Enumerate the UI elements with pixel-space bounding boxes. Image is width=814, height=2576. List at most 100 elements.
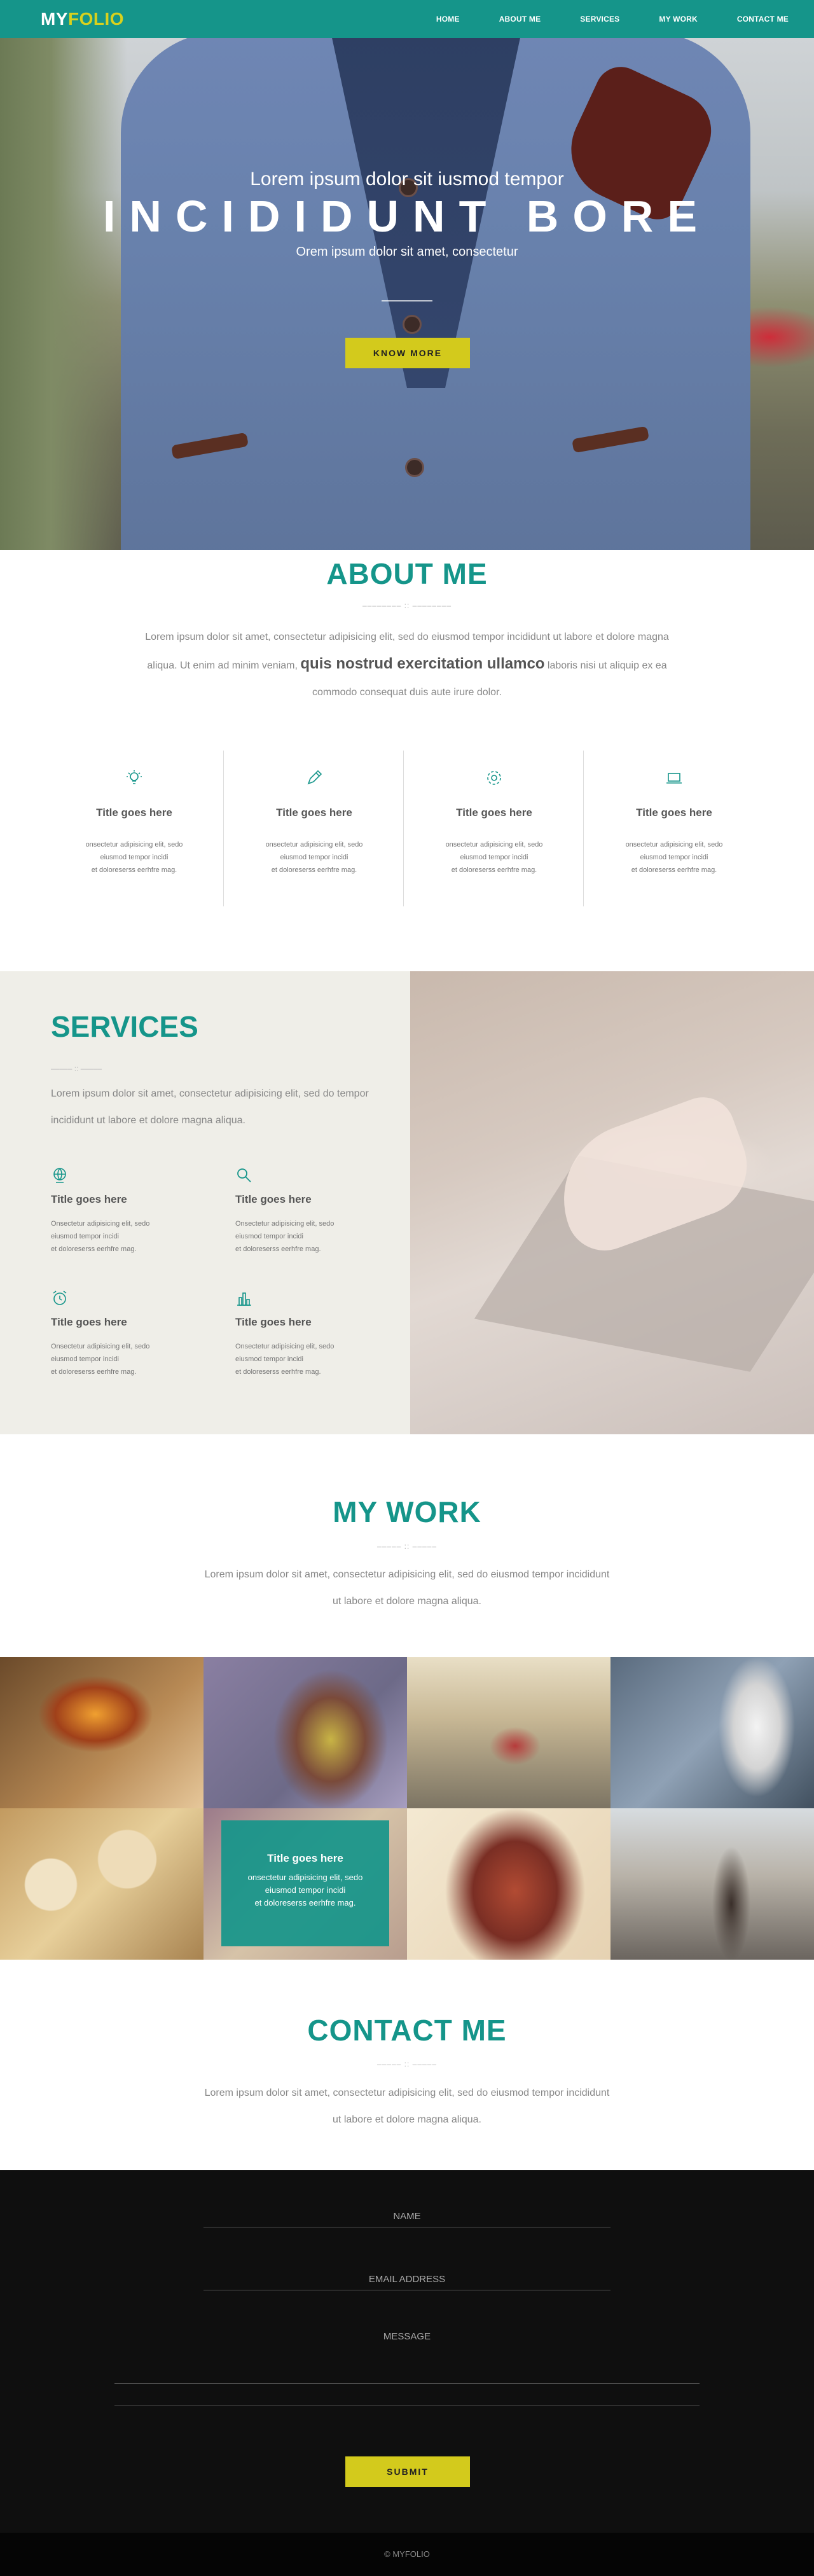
service-desc: Onsectetur adipisicing elit, sedo eiusmod… bbox=[51, 1340, 204, 1378]
service-title: Title goes here bbox=[51, 1316, 127, 1328]
feature-desc-line: et doloreserss eerhfre mag. bbox=[451, 866, 537, 874]
service-item: Title goes here Onsectetur adipisicing e… bbox=[235, 1289, 401, 1376]
overlay-desc: onsectetur adipisicing elit, sedo eiusmod… bbox=[221, 1871, 389, 1909]
nav-about[interactable]: ABOUT ME bbox=[499, 15, 541, 24]
service-item: Title goes here Onsectetur adipisicing e… bbox=[51, 1167, 216, 1253]
name-field[interactable]: NAME bbox=[204, 2206, 610, 2227]
feature-desc-line: et doloreserss eerhfre mag. bbox=[271, 866, 357, 874]
portfolio-tile-food[interactable] bbox=[0, 1808, 204, 1960]
portfolio-tile-leaf[interactable] bbox=[204, 1657, 407, 1808]
feature-card: Title goes here onsectetur adipisicing e… bbox=[404, 751, 584, 906]
contact-deco: ––––– :: ––––– bbox=[376, 2060, 438, 2068]
nav-work[interactable]: MY WORK bbox=[659, 15, 698, 24]
service-desc-line: Onsectetur adipisicing elit, sedo bbox=[235, 1343, 335, 1350]
portfolio-tile-sunglasses[interactable] bbox=[0, 1657, 204, 1808]
nav-menu: HOME ABOUT ME SERVICES MY WORK CONTACT M… bbox=[397, 0, 789, 38]
work-line-2: ut labore et dolore magna aliqua. bbox=[333, 1596, 481, 1607]
contact-text: Lorem ipsum dolor sit amet, consectetur … bbox=[153, 2080, 661, 2133]
logo-my: MY bbox=[41, 9, 68, 29]
about-line-1: Lorem ipsum dolor sit amet, consectetur … bbox=[145, 632, 669, 642]
service-title: Title goes here bbox=[235, 1316, 312, 1328]
work-deco: ––––– :: ––––– bbox=[376, 1542, 438, 1551]
portfolio-hover-overlay[interactable]: Title goes here onsectetur adipisicing e… bbox=[221, 1820, 389, 1946]
jacket-button bbox=[403, 315, 422, 334]
portfolio-tile-road[interactable] bbox=[407, 1657, 610, 1808]
service-desc: Onsectetur adipisicing elit, sedo eiusmod… bbox=[51, 1217, 204, 1256]
footer: © MYFOLIO bbox=[0, 2533, 814, 2576]
bar-chart-icon bbox=[235, 1289, 401, 1312]
jacket-pocket-left bbox=[171, 432, 249, 460]
footer-copyright: © MYFOLIO bbox=[384, 2549, 430, 2559]
work-text: Lorem ipsum dolor sit amet, consectetur … bbox=[153, 1562, 661, 1615]
service-desc-line: eiusmod tempor incidi bbox=[235, 1355, 303, 1363]
overlay-desc-line: eiusmod tempor incidi bbox=[265, 1885, 346, 1895]
feature-desc-line: onsectetur adipisicing elit, sedo bbox=[625, 841, 723, 848]
hero-subtitle: Lorem ipsum dolor sit iusmod tempor bbox=[250, 169, 564, 190]
hero-divider bbox=[382, 300, 432, 301]
contact-title: CONTACT ME bbox=[307, 2014, 507, 2047]
service-desc: Onsectetur adipisicing elit, sedo eiusmod… bbox=[235, 1340, 388, 1378]
portfolio-tile-featured[interactable]: Title goes here onsectetur adipisicing e… bbox=[204, 1808, 407, 1960]
about-line-2a: aliqua. Ut enim ad minim veniam, bbox=[147, 660, 298, 671]
service-desc-line: eiusmod tempor incidi bbox=[51, 1355, 119, 1363]
nav-services[interactable]: SERVICES bbox=[580, 15, 619, 24]
gear-icon bbox=[404, 768, 584, 793]
feature-desc: onsectetur adipisicing elit, sedo eiusmod… bbox=[584, 838, 764, 876]
about-deco: –––––––– :: –––––––– bbox=[362, 601, 452, 610]
portfolio-tile-street[interactable] bbox=[610, 1808, 814, 1960]
feature-desc-line: onsectetur adipisicing elit, sedo bbox=[85, 841, 183, 848]
services-text: Lorem ipsum dolor sit amet, consectetur … bbox=[51, 1088, 369, 1126]
contact-line-2: ut labore et dolore magna aliqua. bbox=[333, 2114, 481, 2125]
service-desc-line: Onsectetur adipisicing elit, sedo bbox=[235, 1220, 335, 1228]
hero-banner: Lorem ipsum dolor sit iusmod tempor INCI… bbox=[0, 38, 814, 550]
feature-desc-line: eiusmod tempor incidi bbox=[640, 854, 708, 861]
feature-desc: onsectetur adipisicing elit, sedo eiusmod… bbox=[404, 838, 584, 876]
service-desc-line: eiusmod tempor incidi bbox=[51, 1233, 119, 1240]
feature-desc-line: eiusmod tempor incidi bbox=[280, 854, 348, 861]
pencil-icon bbox=[224, 768, 404, 793]
lightbulb-icon bbox=[45, 768, 224, 793]
laptop-icon bbox=[584, 768, 764, 793]
feature-title: Title goes here bbox=[636, 807, 712, 819]
jacket-button bbox=[405, 458, 424, 477]
work-title: MY WORK bbox=[333, 1495, 481, 1528]
hero-title: INCIDIDUNT BORE bbox=[102, 191, 712, 241]
message-field[interactable]: MESSAGE bbox=[114, 2326, 700, 2406]
portfolio-tile-swan[interactable] bbox=[610, 1657, 814, 1808]
feature-desc: onsectetur adipisicing elit, sedo eiusmod… bbox=[45, 838, 224, 876]
know-more-button[interactable]: KNOW MORE bbox=[345, 338, 470, 368]
about-line-3: commodo consequat duis aute irure dolor. bbox=[312, 687, 502, 698]
globe-icon bbox=[51, 1167, 216, 1189]
submit-button[interactable]: SUBMIT bbox=[345, 2456, 470, 2487]
feature-desc: onsectetur adipisicing elit, sedo eiusmod… bbox=[224, 838, 404, 876]
feature-card: Title goes here onsectetur adipisicing e… bbox=[45, 751, 224, 906]
nav-contact[interactable]: CONTACT ME bbox=[737, 15, 789, 24]
hero-tagline: Orem ipsum dolor sit amet, consectetur bbox=[296, 245, 518, 259]
service-desc-line: et doloreserss eerhfre mag. bbox=[51, 1245, 137, 1253]
service-title: Title goes here bbox=[51, 1193, 127, 1205]
services-title: SERVICES bbox=[51, 1010, 198, 1043]
feature-desc-line: onsectetur adipisicing elit, sedo bbox=[265, 841, 363, 848]
logo-folio: FOLIO bbox=[68, 9, 125, 29]
service-desc-line: Onsectetur adipisicing elit, sedo bbox=[51, 1343, 150, 1350]
overlay-desc-line: et doloreserss eerhfre mag. bbox=[254, 1898, 356, 1908]
work-line-1: Lorem ipsum dolor sit amet, consectetur … bbox=[204, 1569, 610, 1580]
service-desc-line: et doloreserss eerhfre mag. bbox=[51, 1368, 137, 1376]
logo[interactable]: MYFOLIO bbox=[41, 9, 124, 29]
laptop-typing-image bbox=[410, 971, 814, 1434]
contact-line-1: Lorem ipsum dolor sit amet, consectetur … bbox=[204, 2088, 610, 2098]
service-item: Title goes here Onsectetur adipisicing e… bbox=[235, 1167, 401, 1253]
feature-card: Title goes here onsectetur adipisicing e… bbox=[224, 751, 404, 906]
services-deco: ––––– :: ––––– bbox=[51, 1064, 102, 1073]
nav-home[interactable]: HOME bbox=[436, 15, 460, 24]
service-desc: Onsectetur adipisicing elit, sedo eiusmod… bbox=[235, 1217, 388, 1256]
jacket-pocket-right bbox=[572, 426, 649, 454]
email-field[interactable]: EMAIL ADDRESS bbox=[204, 2269, 610, 2290]
services-section: SERVICES ––––– :: ––––– Lorem ipsum dolo… bbox=[0, 971, 814, 1434]
overlay-desc-line: onsectetur adipisicing elit, sedo bbox=[247, 1873, 363, 1882]
top-nav: MYFOLIO HOME ABOUT ME SERVICES MY WORK C… bbox=[0, 0, 814, 38]
service-desc-line: et doloreserss eerhfre mag. bbox=[235, 1368, 321, 1376]
portfolio-tile-hair[interactable] bbox=[407, 1808, 610, 1960]
about-line-2: aliqua. Ut enim ad minim veniam, quis no… bbox=[102, 651, 712, 679]
feature-card: Title goes here onsectetur adipisicing e… bbox=[584, 751, 764, 906]
